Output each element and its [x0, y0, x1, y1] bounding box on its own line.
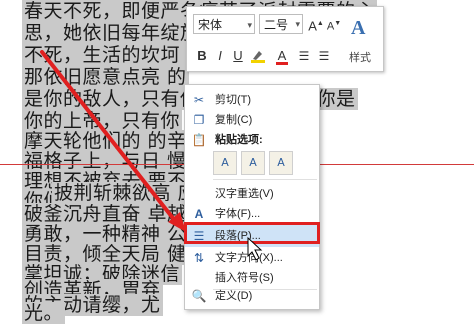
mouse-cursor-icon — [247, 236, 263, 261]
annotation-arrow — [40, 50, 263, 261]
